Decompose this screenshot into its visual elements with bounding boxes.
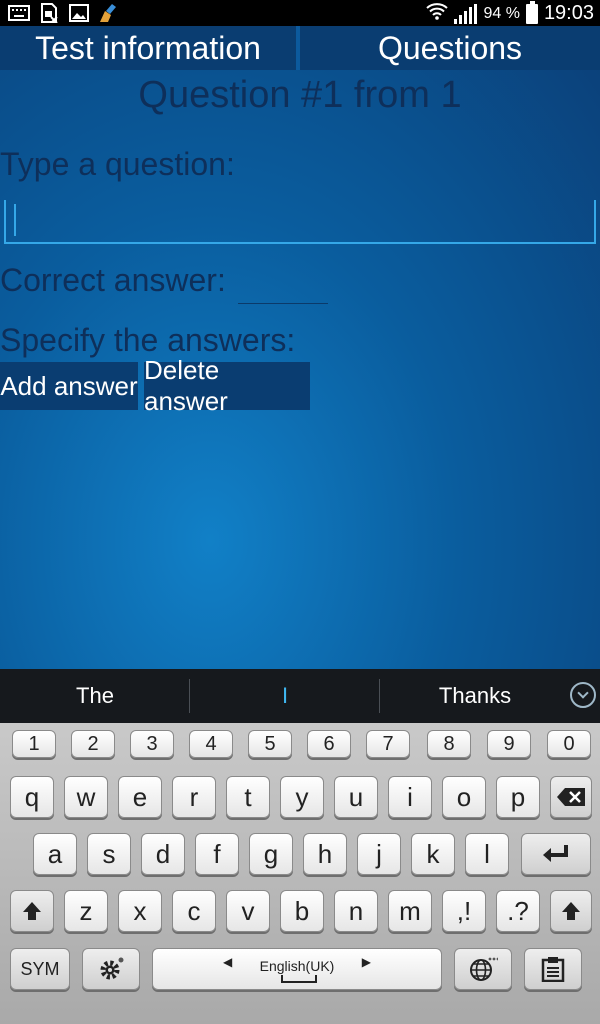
- key-7[interactable]: 7: [366, 730, 410, 758]
- specify-answers-label: Specify the answers:: [0, 322, 296, 358]
- key-t[interactable]: t: [226, 776, 270, 818]
- tab-bar: Test information Questions: [0, 26, 600, 70]
- backspace-icon: [557, 788, 585, 806]
- key-c[interactable]: c: [172, 890, 216, 932]
- tab-test-information[interactable]: Test information: [0, 26, 296, 70]
- clipboard-icon: [541, 957, 565, 982]
- key-j[interactable]: j: [357, 833, 401, 875]
- key-g[interactable]: g: [249, 833, 293, 875]
- sim-off-icon: [38, 3, 60, 23]
- comma-key[interactable]: ,!: [442, 890, 486, 932]
- correct-answer-label: Correct answer:: [0, 262, 226, 298]
- signal-icon: [454, 3, 478, 24]
- cleaner-icon: [98, 3, 120, 23]
- space-key[interactable]: ◀ ▶ English(UK): [152, 948, 442, 990]
- add-answer-button[interactable]: Add answer: [0, 362, 138, 410]
- wifi-icon: [426, 2, 449, 25]
- key-z[interactable]: z: [64, 890, 108, 932]
- question-input[interactable]: [4, 200, 596, 244]
- key-6[interactable]: 6: [307, 730, 351, 758]
- text-cursor: [14, 204, 16, 236]
- key-n[interactable]: n: [334, 890, 378, 932]
- expand-suggestions-icon[interactable]: [570, 682, 596, 708]
- shift-icon: [23, 902, 41, 920]
- key-o[interactable]: o: [442, 776, 486, 818]
- key-3[interactable]: 3: [130, 730, 174, 758]
- key-d[interactable]: d: [141, 833, 185, 875]
- soft-keyboard: 1 2 3 4 5 6 7 8 9 0 q w e r t y u i o p …: [0, 723, 600, 1024]
- space-bar-icon: [281, 975, 317, 983]
- correct-answer-field[interactable]: [238, 276, 328, 304]
- key-a[interactable]: a: [33, 833, 77, 875]
- gear-icon: [100, 957, 124, 980]
- key-e[interactable]: e: [118, 776, 162, 818]
- settings-key[interactable]: [82, 948, 140, 990]
- status-bar: 94 % 19:03: [0, 0, 600, 26]
- type-question-label: Type a question:: [0, 146, 235, 182]
- suggestion-bar: The I Thanks: [0, 669, 600, 723]
- keyboard-icon: [8, 3, 30, 23]
- key-k[interactable]: k: [411, 833, 455, 875]
- delete-answer-button[interactable]: Delete answer: [144, 355, 310, 416]
- battery-icon: [525, 0, 538, 24]
- app-screen: Test information Questions Question #1 f…: [0, 26, 600, 669]
- sym-key[interactable]: SYM: [10, 948, 70, 990]
- key-p[interactable]: p: [496, 776, 540, 818]
- key-9[interactable]: 9: [487, 730, 531, 758]
- key-2[interactable]: 2: [71, 730, 115, 758]
- key-b[interactable]: b: [280, 890, 324, 932]
- shift-key-right[interactable]: [550, 890, 592, 932]
- key-0[interactable]: 0: [547, 730, 591, 758]
- key-1[interactable]: 1: [12, 730, 56, 758]
- enter-icon: [543, 845, 568, 862]
- key-u[interactable]: u: [334, 776, 378, 818]
- shift-icon: [562, 902, 580, 920]
- shift-key[interactable]: [10, 890, 54, 932]
- key-h[interactable]: h: [303, 833, 347, 875]
- clock: 19:03: [543, 2, 594, 24]
- question-title: Question #1 from 1: [138, 74, 462, 116]
- suggestion-item[interactable]: The: [0, 669, 190, 723]
- key-w[interactable]: w: [64, 776, 108, 818]
- key-x[interactable]: x: [118, 890, 162, 932]
- battery-percent: 94 %: [483, 4, 520, 22]
- suggestion-item[interactable]: Thanks: [380, 669, 570, 723]
- enter-key[interactable]: [521, 833, 591, 875]
- language-key[interactable]: [454, 948, 512, 990]
- tab-questions[interactable]: Questions: [300, 26, 600, 70]
- key-f[interactable]: f: [195, 833, 239, 875]
- key-s[interactable]: s: [87, 833, 131, 875]
- key-y[interactable]: y: [280, 776, 324, 818]
- gallery-icon: [68, 3, 90, 23]
- key-l[interactable]: l: [465, 833, 509, 875]
- key-m[interactable]: m: [388, 890, 432, 932]
- key-r[interactable]: r: [172, 776, 216, 818]
- language-arrows: ◀ ▶: [223, 955, 371, 969]
- backspace-key[interactable]: [550, 776, 592, 818]
- period-key[interactable]: .?: [496, 890, 540, 932]
- key-4[interactable]: 4: [189, 730, 233, 758]
- suggestion-item[interactable]: I: [190, 669, 380, 723]
- key-i[interactable]: i: [388, 776, 432, 818]
- clipboard-key[interactable]: [524, 948, 582, 990]
- key-q[interactable]: q: [10, 776, 54, 818]
- key-v[interactable]: v: [226, 890, 270, 932]
- key-5[interactable]: 5: [248, 730, 292, 758]
- key-8[interactable]: 8: [427, 730, 471, 758]
- globe-icon: [470, 957, 498, 981]
